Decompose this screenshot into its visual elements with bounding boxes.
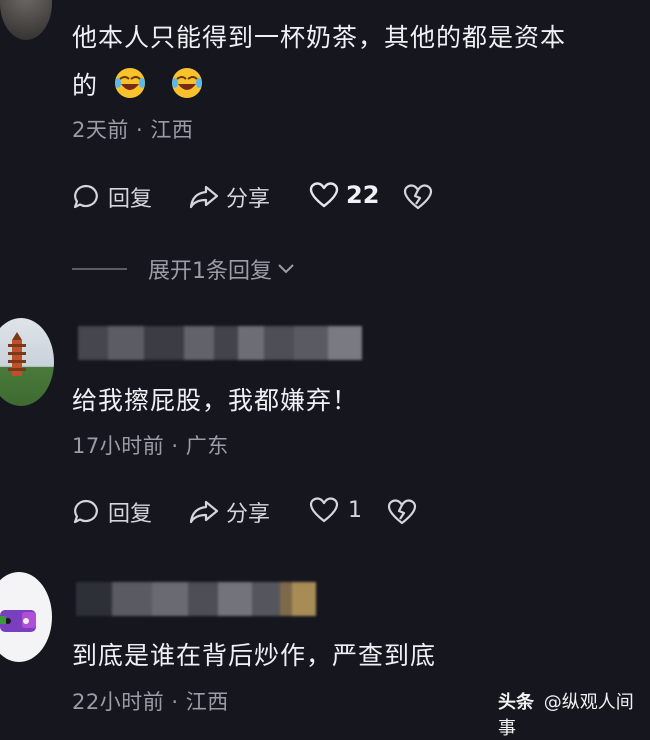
comment-3-text: 到底是谁在背后炒作，严查到底 (72, 641, 437, 670)
share-label: 分享 (226, 502, 271, 527)
cartoon-avatar-image (0, 610, 36, 632)
commenter-3-name-blurred (76, 582, 316, 616)
commenter-1-avatar[interactable] (0, 0, 52, 40)
comment-2-text: 给我擦屁股，我都嫌弃！ (72, 386, 359, 415)
comment-2-like-button[interactable]: 1 (309, 496, 362, 524)
watermark-brand: 头条 (498, 692, 534, 713)
comment-2-share-button[interactable]: 分享 (188, 496, 270, 528)
like-count: 1 (348, 497, 362, 523)
comment-1-meta: 2天前 · 江西 (72, 118, 194, 142)
commenter-2-avatar[interactable] (0, 318, 54, 406)
comment-1-like-button[interactable]: 22 (309, 181, 379, 209)
heart-outline-icon (309, 497, 339, 523)
commenter-2-name-blurred (78, 326, 362, 360)
pagoda-image (8, 332, 26, 376)
laughing-crying-emoji-icon (171, 68, 202, 98)
share-arrow-icon (189, 500, 219, 524)
watermark: 头条 @纵观人间事 (498, 688, 650, 740)
comment-1-dislike-button[interactable] (403, 183, 433, 211)
comment-1-text: 他本人只能得到一杯奶茶，其他的都是资本 的 (72, 14, 632, 110)
heart-outline-icon (309, 182, 339, 208)
comment-bubble-icon (73, 499, 98, 524)
share-arrow-icon (189, 185, 219, 209)
comment-bubble-icon (73, 184, 98, 209)
like-count: 22 (346, 181, 380, 209)
comment-2-dislike-button[interactable] (387, 498, 417, 526)
expand-replies-label: 展开1条回复 (148, 259, 272, 284)
broken-heart-icon (403, 184, 433, 210)
expand-replies-button[interactable]: 展开1条回复 (148, 253, 296, 285)
comment-3-meta: 22小时前 · 江西 (72, 690, 229, 714)
comment-2-reply-button[interactable]: 回复 (72, 496, 152, 528)
comment-1-line-2: 的 (72, 62, 632, 110)
share-label: 分享 (226, 187, 271, 212)
broken-heart-icon (387, 499, 417, 525)
laughing-crying-emoji-icon (114, 68, 145, 98)
reply-label: 回复 (108, 187, 153, 212)
expand-divider (72, 268, 127, 270)
commenter-3-avatar[interactable] (0, 572, 52, 662)
comment-1-line-1: 他本人只能得到一杯奶茶，其他的都是资本 (72, 23, 567, 52)
comment-2-meta: 17小时前 · 广东 (72, 434, 229, 458)
comment-1-line-2-text: 的 (72, 71, 99, 100)
comment-1-reply-button[interactable]: 回复 (72, 181, 152, 213)
chevron-down-icon (278, 264, 294, 274)
comment-1-share-button[interactable]: 分享 (188, 181, 270, 213)
reply-label: 回复 (108, 502, 153, 527)
